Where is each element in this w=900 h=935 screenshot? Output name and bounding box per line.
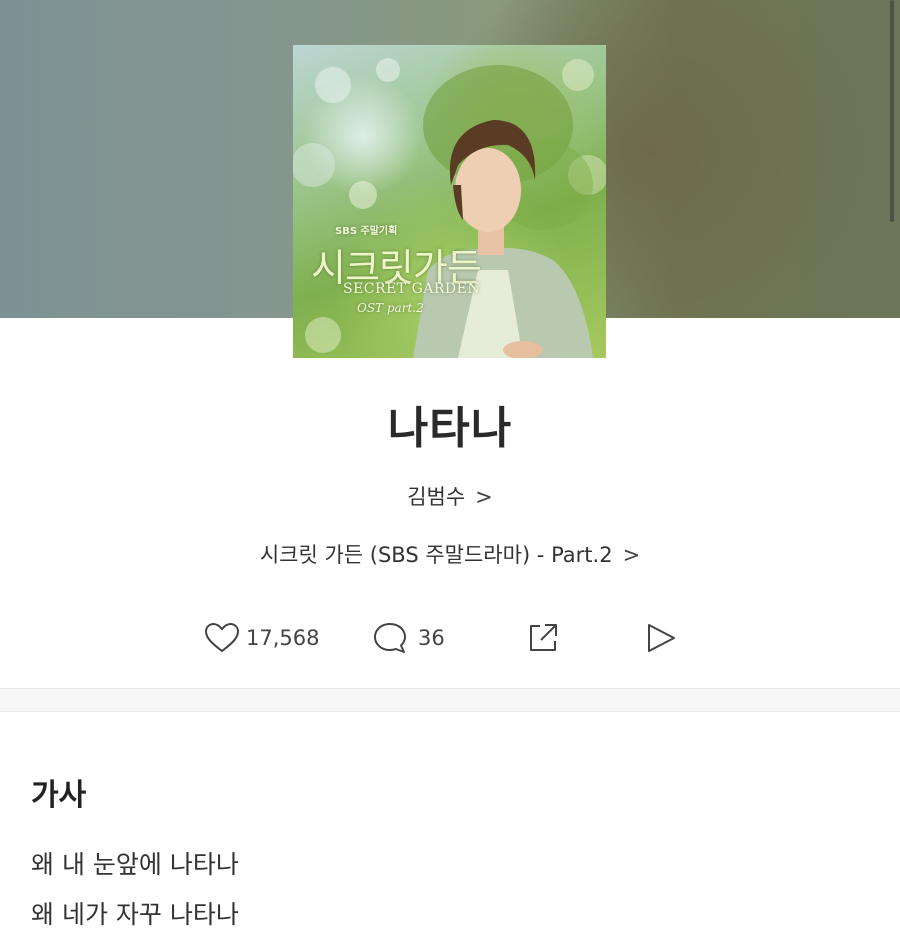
like-button[interactable]: 17,568 — [204, 616, 319, 660]
comment-count: 36 — [418, 626, 445, 650]
album-name: 시크릿 가든 (SBS 주말드라마) - Part.2 — [259, 543, 613, 567]
comment-bubble-icon — [374, 623, 406, 653]
artist-link[interactable]: 김범수 > — [0, 481, 900, 511]
album-cover-illustration — [293, 58, 606, 358]
artist-name: 김범수 — [407, 485, 466, 509]
album-ost-label: OST part.2 — [357, 301, 424, 315]
share-button[interactable] — [526, 616, 560, 660]
play-icon — [648, 624, 675, 652]
chevron-right-icon: > — [475, 485, 493, 509]
lyric-line: 왜 네가 자꾸 나타나 — [31, 900, 239, 929]
comment-button[interactable]: 36 — [372, 616, 445, 660]
share-icon — [530, 624, 557, 651]
song-title: 나타나 — [387, 403, 513, 454]
action-bar: 17,568 36 — [0, 616, 900, 660]
album-network-label: SBS 주말기획 — [335, 226, 398, 237]
heart-icon — [204, 622, 240, 653]
album-link[interactable]: 시크릿 가든 (SBS 주말드라마) - Part.2 > — [0, 539, 900, 569]
chevron-right-icon: > — [622, 543, 641, 567]
play-button[interactable] — [644, 616, 678, 660]
album-cover[interactable]: SBS 주말기획 시크릿가든 SECRET GARDEN OST part.2 — [293, 45, 606, 358]
scrollbar[interactable] — [890, 0, 894, 222]
section-divider — [0, 688, 900, 712]
like-count: 17,568 — [246, 626, 320, 650]
lyrics-heading: 가사 — [31, 778, 87, 813]
lyric-line: 왜 내 눈앞에 나타나 — [31, 850, 239, 879]
album-title-english: SECRET GARDEN — [343, 281, 481, 297]
